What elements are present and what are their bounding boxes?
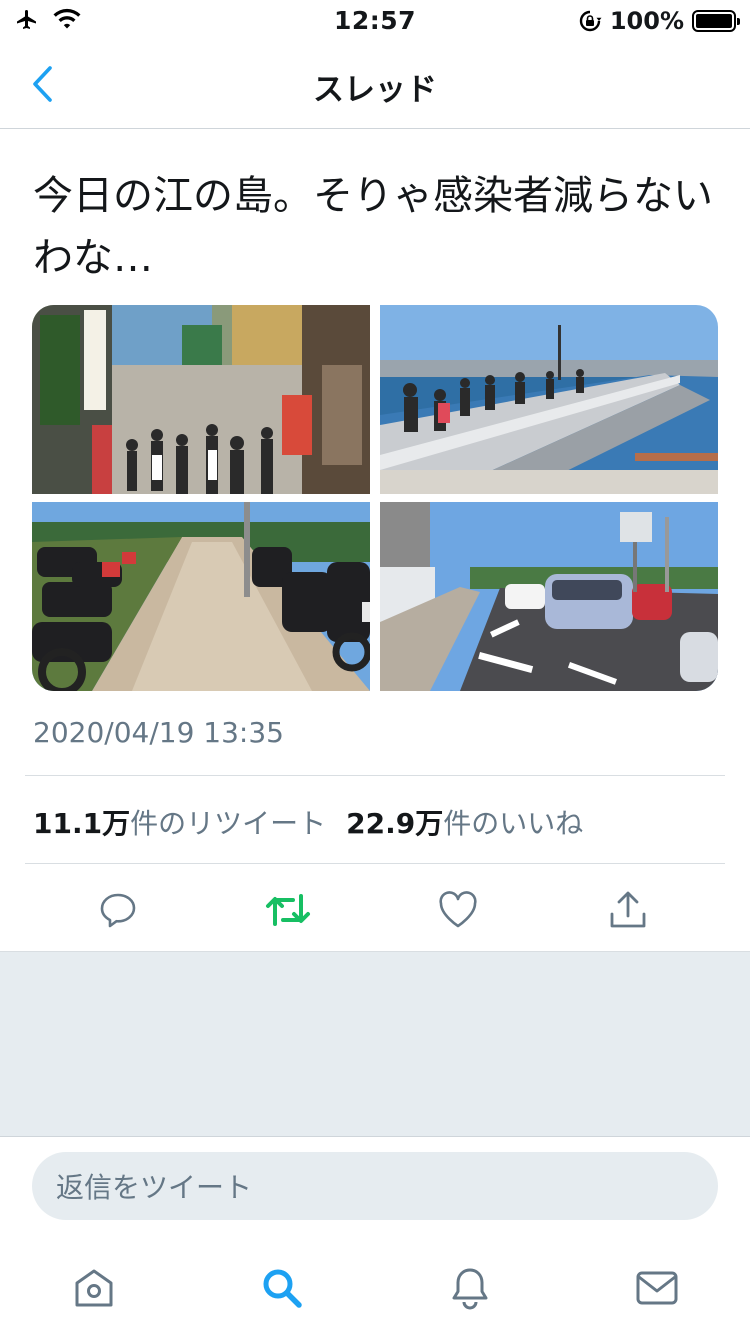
tab-search[interactable]: [252, 1260, 312, 1316]
retweets-stat[interactable]: 11.1万件のリツイート: [33, 802, 326, 842]
likes-count: 22.9万: [346, 807, 444, 840]
status-bar-right: 100%: [578, 7, 740, 35]
thread-background: [0, 951, 750, 1137]
page-title: スレッド: [313, 72, 437, 108]
retweet-icon: [266, 894, 310, 926]
like-button[interactable]: [428, 880, 488, 940]
orientation-lock-icon: [579, 10, 602, 32]
divider: [25, 775, 725, 776]
share-button[interactable]: [598, 880, 658, 940]
home-icon: [75, 1269, 113, 1307]
retweets-count: 11.1万: [33, 807, 131, 840]
battery-percent: 100%: [609, 7, 684, 35]
tab-notifications[interactable]: [440, 1260, 500, 1316]
notifications-icon: [452, 1268, 488, 1310]
messages-icon: [636, 1271, 678, 1305]
tab-messages[interactable]: [627, 1260, 687, 1316]
divider: [25, 863, 725, 864]
reply-icon: [100, 893, 136, 928]
retweets-label: 件のリツイート: [130, 807, 327, 840]
tab-bar: [0, 1240, 750, 1334]
reply-input[interactable]: 返信をツイート: [32, 1152, 718, 1220]
retweet-button[interactable]: [258, 880, 318, 940]
parked-motorcycles-photo[interactable]: [32, 502, 370, 691]
reply-button[interactable]: [88, 880, 148, 940]
navigation-bar: スレッド: [0, 40, 750, 129]
tweet-text: 今日の江の島。そりゃ感染者減らないわな…: [33, 173, 713, 281]
likes-stat[interactable]: 22.9万件のいいね: [346, 802, 583, 842]
shopping-street-photo[interactable]: [32, 305, 370, 494]
bus-lane-road-photo[interactable]: [380, 502, 718, 691]
search-icon: [263, 1269, 302, 1308]
likes-label: 件のいいね: [443, 807, 584, 840]
like-icon: [439, 891, 477, 928]
share-icon: [610, 891, 646, 928]
tweet-actions: [0, 880, 750, 940]
battery-icon: [692, 10, 740, 32]
reply-placeholder: 返信をツイート: [56, 1171, 253, 1204]
tweet-timestamp: 2020/04/19 13:35: [33, 716, 284, 749]
tweet-media-grid: [32, 305, 718, 691]
status-bar: 12:57 100%: [0, 0, 750, 40]
tweet-stats: 11.1万件のリツイート 22.9万件のいいね: [33, 802, 583, 842]
tab-home[interactable]: [64, 1260, 124, 1316]
bridge-walkway-photo[interactable]: [380, 305, 718, 494]
